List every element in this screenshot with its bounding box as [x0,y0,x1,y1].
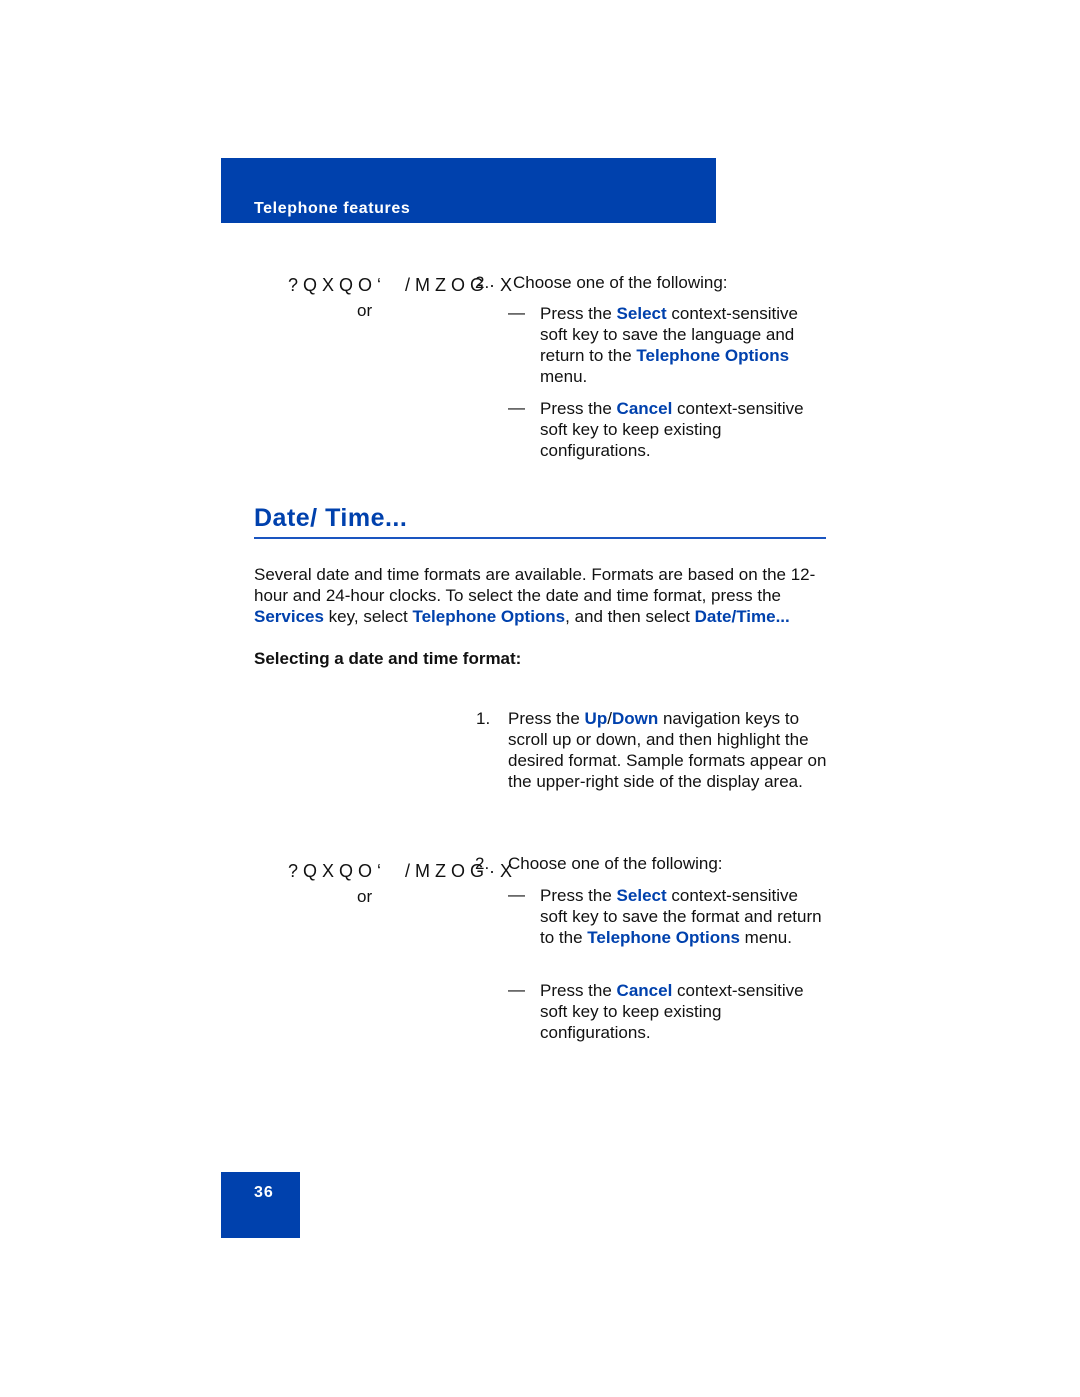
option-select: Press the Select context-sensitive soft … [540,886,822,947]
section-title: Date/ Time... [254,504,408,532]
step-number: 2. [475,854,490,873]
key-glyph-right: /MZOG·X [405,275,517,295]
option-cancel: Press the Cancel context-sensitive soft … [540,981,804,1042]
page: Telephone features ?QXQO‘ /MZOG·X or 2. … [0,0,1080,1397]
section-paragraph: Several date and time formats are availa… [254,565,816,626]
page-number: 36 [254,1184,274,1201]
dash: — [508,885,525,904]
step-intro: Choose one of the following: [508,854,723,873]
step-intro: Choose one of the following: [513,273,728,292]
key-glyph-right: /MZOG·X [405,861,517,881]
or-label: or [357,301,373,320]
key-glyph-left: ?QXQO‘ [288,861,387,881]
or-label: or [357,887,373,906]
header-title: Telephone features [254,200,411,217]
page-number-box: 36 [221,1172,300,1238]
section-rule [254,537,826,539]
dash: — [508,303,525,322]
header-band: Telephone features [221,158,716,223]
option-select: Press the Select context-sensitive soft … [540,304,798,386]
step-number: 2. [475,273,490,292]
step-1-text: Press the Up/Down navigation keys to scr… [508,709,827,791]
dash: — [508,980,525,999]
key-glyph-left: ?QXQO‘ [288,275,387,295]
dash: — [508,398,525,417]
subheading: Selecting a date and time format: [254,649,522,668]
option-cancel: Press the Cancel context-sensitive soft … [540,399,804,460]
step-number: 1. [476,709,491,728]
